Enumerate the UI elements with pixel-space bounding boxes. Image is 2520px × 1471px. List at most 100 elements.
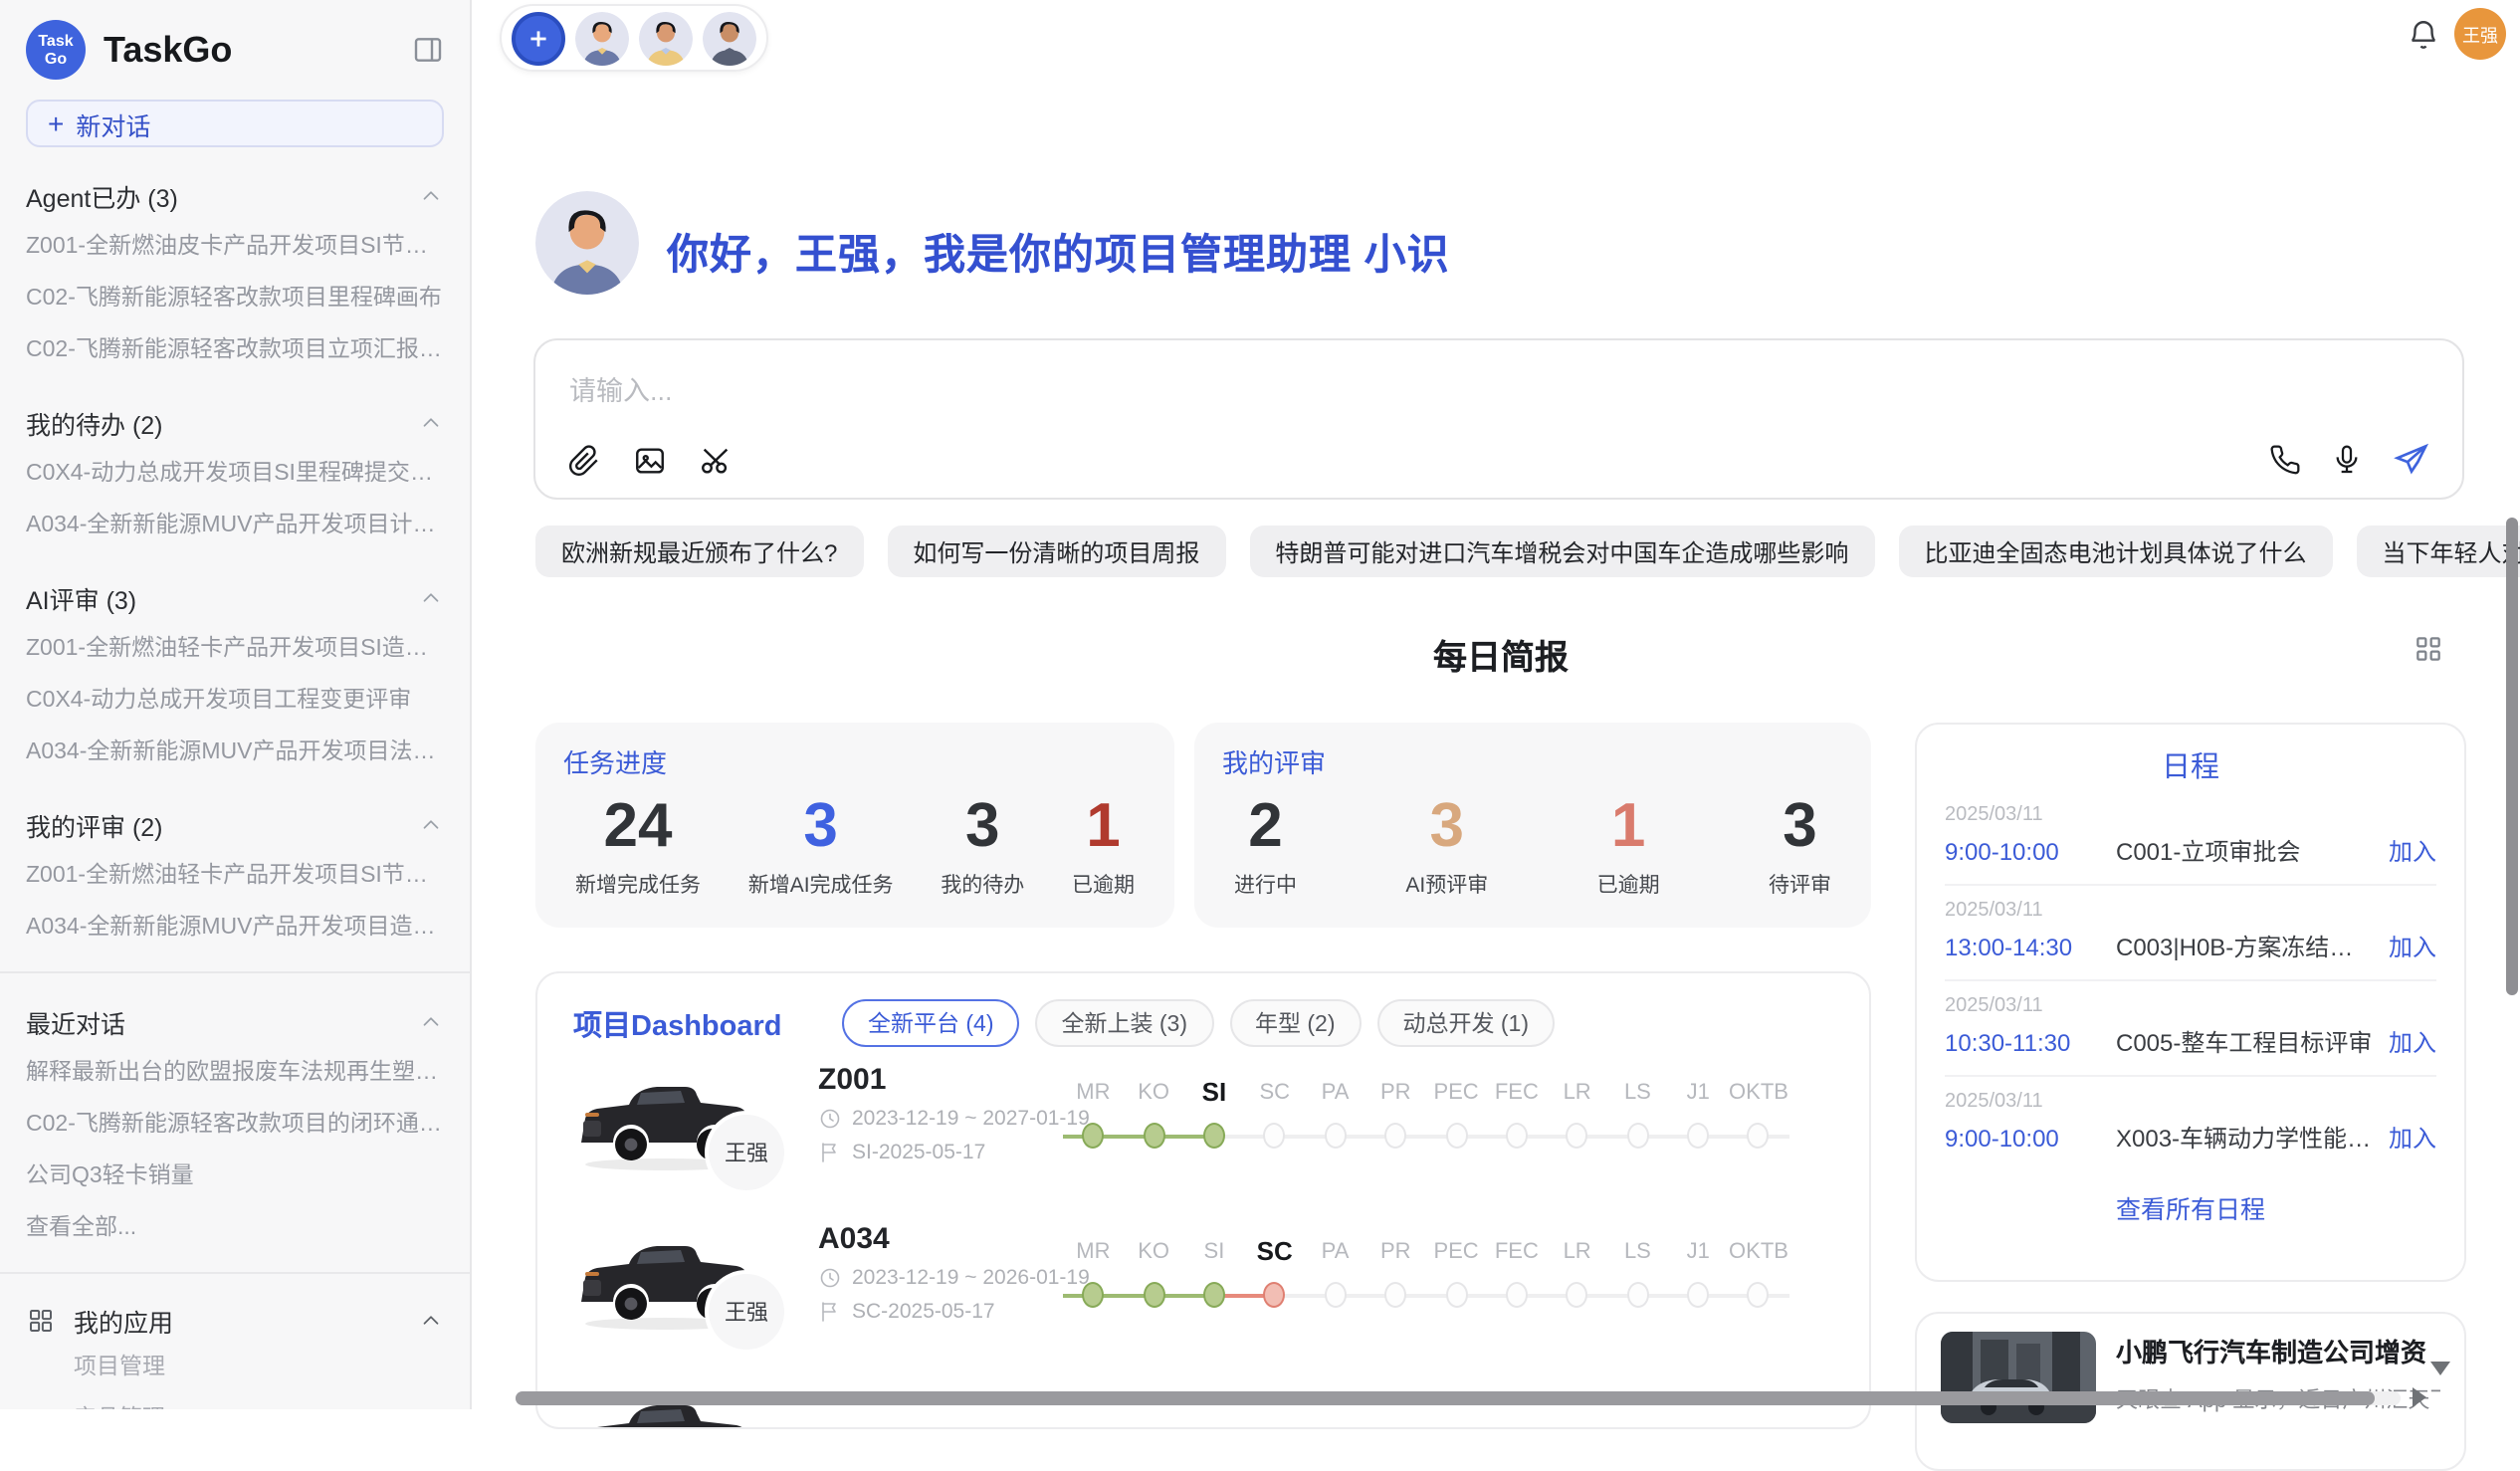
avatar[interactable] xyxy=(703,11,756,65)
milestone-node xyxy=(1567,1123,1588,1149)
attachment-icon[interactable] xyxy=(567,444,601,478)
view-all-schedule-link[interactable]: 查看所有日程 xyxy=(1945,1170,2436,1244)
sidebar-item[interactable]: Z001-全新燃油轻卡产品开发项目SI节点属性5D文件评审 xyxy=(26,848,444,900)
scroll-down-arrow-icon[interactable] xyxy=(2430,1362,2450,1375)
project-info: A0342023-12-19 ~ 2026-01-19SC-2025-05-17 xyxy=(818,1222,1090,1324)
view-all-conversations-link[interactable]: 查看全部... xyxy=(26,1200,444,1252)
layout-grid-icon[interactable] xyxy=(2413,633,2444,665)
suggestion-chip[interactable]: 如何写一份清晰的项目周报 xyxy=(887,525,1225,577)
stat: 1已逾期 xyxy=(1072,788,1135,900)
event-date: 2025/03/11 xyxy=(1945,1091,2436,1113)
chevron-up-icon xyxy=(418,585,444,611)
my-apps-label: 我的应用 xyxy=(74,1302,173,1340)
milestone-node-row xyxy=(1668,1280,1729,1312)
sidebar-item[interactable]: A034-全新新能源MUV产品开发项目计划变更表编写 xyxy=(26,498,444,549)
milestone-label: MR xyxy=(1063,1075,1124,1111)
grid-icon xyxy=(26,1306,56,1336)
milestone: FEC xyxy=(1486,1234,1547,1312)
milestone-label: MR xyxy=(1063,1234,1124,1270)
filter-chip[interactable]: 动总开发 (1) xyxy=(1377,999,1556,1047)
milestone-label: PR xyxy=(1365,1234,1426,1270)
sidebar-section-header[interactable]: 我的评审 (2) xyxy=(26,806,444,844)
event-name: C001-立项审批会 xyxy=(2116,834,2373,868)
recent-section-header[interactable]: 最近对话 xyxy=(26,1003,444,1041)
filter-chip[interactable]: 全新上装 (3) xyxy=(1036,999,1214,1047)
milestone-node-row xyxy=(1184,1280,1245,1312)
suggestion-chip[interactable]: 欧洲新规最近颁布了什么? xyxy=(535,525,863,577)
my-apps-header[interactable]: 我的应用 xyxy=(26,1302,444,1340)
join-link[interactable]: 加入 xyxy=(2389,930,2436,963)
stat-label: 已逾期 xyxy=(1597,870,1660,900)
logo-row: Task Go TaskGo xyxy=(26,16,444,84)
stat-label: AI预评审 xyxy=(1405,870,1488,900)
notification-bell-icon[interactable] xyxy=(2407,18,2440,52)
scissors-icon[interactable] xyxy=(699,444,733,478)
chevron-up-icon xyxy=(418,410,444,436)
milestone-node-row xyxy=(1244,1280,1305,1312)
add-session-button[interactable] xyxy=(512,11,565,65)
milestone-node-row xyxy=(1365,1280,1426,1312)
filter-chip[interactable]: 全新平台 (4) xyxy=(842,999,1020,1047)
sidebar-item[interactable]: C02-飞腾新能源轻客改款项目立项汇报方案 xyxy=(26,322,444,374)
send-icon[interactable] xyxy=(2393,440,2430,478)
suggestion-chip[interactable]: 当下年轻人对汽车外观有怎样的喜好趋势 xyxy=(2356,525,2520,577)
sidebar-item[interactable]: A034-全新新能源MUV产品开发项目法规符合性评审 xyxy=(26,725,444,776)
card-title: 我的评审 xyxy=(1222,742,1843,780)
recent-conversation-item[interactable]: C02-飞腾新能源轻客改款项目的闭环通告反馈情况 xyxy=(26,1097,444,1149)
new-chat-button[interactable]: + 新对话 xyxy=(26,100,444,147)
join-link[interactable]: 加入 xyxy=(2389,834,2436,868)
logo-text-bottom: Go xyxy=(45,50,67,68)
milestone: KO xyxy=(1124,1075,1184,1153)
sidebar-section-header[interactable]: Agent已办 (3) xyxy=(26,177,444,215)
chat-input-box[interactable]: 请输入... xyxy=(533,338,2464,500)
milestone-node xyxy=(1384,1123,1406,1149)
milestone-label: PA xyxy=(1305,1075,1365,1111)
milestone-node xyxy=(1626,1123,1648,1149)
microphone-icon[interactable] xyxy=(2331,443,2363,475)
sidebar-item[interactable]: C0X4-动力总成开发项目SI里程碑提交物检查 xyxy=(26,446,444,498)
project-dates-text: 2023-12-19 ~ 2027-01-19 xyxy=(852,1107,1090,1131)
recent-conversation-item[interactable]: 公司Q3轻卡销量 xyxy=(26,1149,444,1200)
milestone-node-row xyxy=(1124,1121,1184,1153)
sidebar-item[interactable]: Z001-全新燃油皮卡产品开发项目SI节点Lesson Learn报告 xyxy=(26,219,444,271)
phone-icon[interactable] xyxy=(2269,443,2301,475)
section-title: Agent已办 (3) xyxy=(26,177,178,215)
suggestion-chip[interactable]: 特朗普可能对进口汽车增税会对中国车企造成哪些影响 xyxy=(1249,525,1874,577)
join-link[interactable]: 加入 xyxy=(2389,1025,2436,1059)
app-sub-item[interactable]: 项目管理 xyxy=(26,1340,444,1391)
milestone-node xyxy=(1748,1282,1770,1308)
stat-label: 我的待办 xyxy=(941,870,1024,900)
horizontal-scrollbar-thumb[interactable] xyxy=(516,1391,2375,1405)
milestone: LS xyxy=(1607,1075,1668,1153)
vertical-scrollbar-thumb[interactable] xyxy=(2506,518,2518,995)
project-rows: 王强Z0012023-12-19 ~ 2027-01-19SI-2025-05-… xyxy=(537,1047,1869,1429)
avatar[interactable] xyxy=(639,11,693,65)
milestone-node xyxy=(1082,1123,1104,1149)
milestone-label: J1 xyxy=(1668,1075,1729,1111)
stat-label: 新增AI完成任务 xyxy=(748,870,894,900)
sidebar-section-header[interactable]: 我的待办 (2) xyxy=(26,404,444,442)
sidebar-item[interactable]: A034-全新新能源MUV产品开发项目造型可行性评审 xyxy=(26,900,444,951)
join-link[interactable]: 加入 xyxy=(2389,1121,2436,1155)
task-progress-stats: 24新增完成任务3新增AI完成任务3我的待办1已逾期 xyxy=(563,788,1147,900)
sidebar-item[interactable]: Z001-全新燃油轻卡产品开发项目SI造型提交物评审 xyxy=(26,621,444,673)
milestone-node-row xyxy=(1486,1121,1547,1153)
avatar[interactable] xyxy=(575,11,629,65)
project-flag: SI-2025-05-17 xyxy=(818,1141,1090,1164)
milestone-node xyxy=(1445,1282,1467,1308)
app-sub-item[interactable]: 产品管理 xyxy=(26,1391,444,1409)
sidebar-collapse-icon[interactable] xyxy=(412,34,444,66)
milestone-node xyxy=(1143,1123,1164,1149)
sidebar-section-header[interactable]: AI评审 (3) xyxy=(26,579,444,617)
milestone-node-row xyxy=(1607,1280,1668,1312)
sidebar-item[interactable]: C0X4-动力总成开发项目工程变更评审 xyxy=(26,673,444,725)
user-avatar[interactable]: 王强 xyxy=(2454,8,2506,60)
project-dates-text: 2023-12-19 ~ 2026-01-19 xyxy=(852,1266,1090,1290)
horizontal-scrollbar[interactable] xyxy=(516,1391,2401,1405)
image-icon[interactable] xyxy=(633,444,667,478)
suggestion-chip[interactable]: 比亚迪全固态电池计划具体说了什么 xyxy=(1898,525,2332,577)
recent-conversation-item[interactable]: 解释最新出台的欧盟报废车法规再生塑料比例被调至15%... xyxy=(26,1045,444,1097)
sidebar-item[interactable]: C02-飞腾新能源轻客改款项目里程碑画布 xyxy=(26,271,444,322)
filter-chip[interactable]: 年型 (2) xyxy=(1229,999,1362,1047)
scroll-right-arrow-icon[interactable] xyxy=(2413,1387,2426,1407)
